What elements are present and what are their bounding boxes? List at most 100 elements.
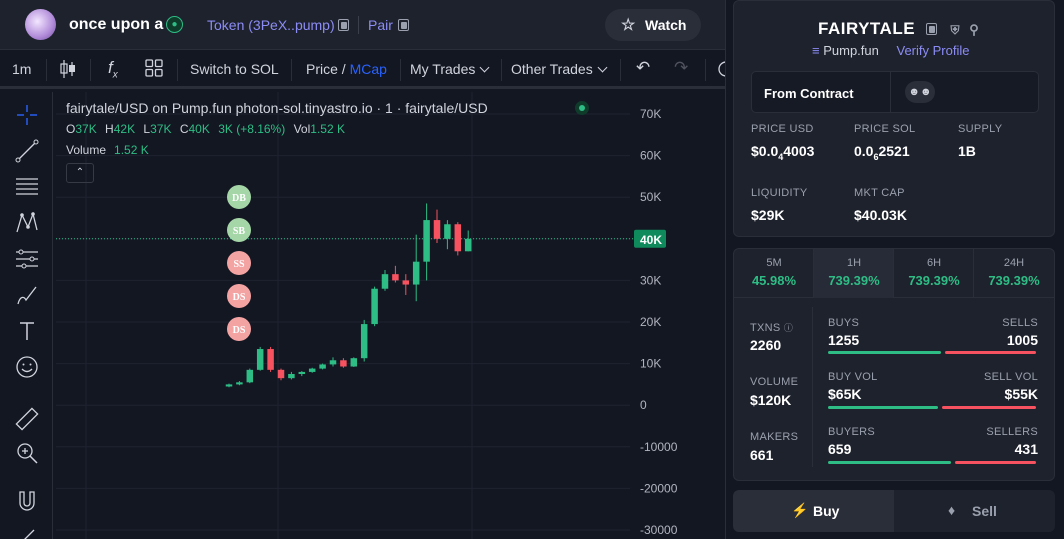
y-tick-label: 30K [640, 273, 661, 287]
platform-row: ≡ Pump.fun Verify Profile [812, 43, 969, 58]
market-status-icon [575, 101, 589, 115]
text-icon[interactable] [14, 318, 40, 344]
candle-body [340, 360, 347, 367]
copy-token-icon[interactable] [338, 19, 349, 31]
interval-button[interactable]: 1m [12, 61, 31, 77]
crosshair-icon[interactable] [14, 102, 40, 128]
sell-vol-value: $55K [1004, 386, 1038, 402]
shield-icon[interactable]: ⛨ [951, 23, 961, 37]
candle-body [433, 220, 441, 239]
trade-marker-label: SS [233, 259, 245, 270]
close-value: 40K [188, 122, 210, 136]
stat-value: $0.044003 [751, 143, 814, 162]
lightning-icon: ⚡ [791, 502, 809, 518]
buy-tab[interactable]: ⚡ Buy [733, 490, 894, 532]
candle-body [236, 382, 243, 385]
sellers-label: SELLERS [986, 426, 1038, 438]
ruler-icon[interactable] [14, 406, 40, 432]
stat-label: MKT CAP [854, 187, 905, 199]
from-contract-row[interactable]: From Contract ☻☻ [751, 71, 1039, 113]
my-trades-dropdown[interactable]: My Trades [410, 61, 490, 77]
sell-tab[interactable]: ♦ Sell [894, 490, 1055, 532]
buy-share-bar [828, 406, 938, 409]
zoom-in-icon[interactable] [14, 440, 40, 466]
snapshot-icon[interactable] [718, 60, 725, 81]
timeframe-24h[interactable]: 24H 739.39% [974, 249, 1054, 298]
magnet-icon[interactable] [14, 488, 40, 514]
candle-body [308, 368, 316, 372]
chevron-down-icon [479, 62, 490, 73]
open-value: 37K [75, 122, 97, 136]
txns-label: TXNS ⓘ [750, 321, 793, 334]
timeframe-5m[interactable]: 5M 45.98% [734, 249, 814, 298]
ohlc-readout: O37K H42K L37K C40K 3K (+8.16%) Vol1.52 … [66, 122, 350, 136]
chart-pane[interactable]: 70K 60K 50K 40K 30K 20K 10K 0 -10000 -20000 -30000… [56, 92, 726, 539]
copy-pair-icon[interactable] [398, 19, 409, 31]
stat-value-rest: 4003 [783, 143, 815, 159]
pair-link[interactable]: Pair [368, 17, 393, 33]
token-avatar[interactable] [25, 9, 56, 40]
vol-label: Vol [293, 122, 311, 136]
stat-value-main: $0.0 [751, 143, 779, 159]
fib-retracement-icon[interactable] [14, 174, 40, 200]
collapse-legend-button[interactable]: ⌃ [66, 163, 94, 183]
candlestick-icon[interactable] [59, 59, 77, 82]
price-option[interactable]: Price [306, 61, 338, 77]
watch-button[interactable]: ☆ Watch [605, 9, 701, 41]
change-value: 3K (+8.16%) [218, 122, 286, 136]
candle-body [329, 360, 337, 365]
trendline-icon[interactable] [14, 138, 40, 164]
emoji-icon[interactable] [14, 354, 40, 380]
timeframe-6h[interactable]: 6H 739.39% [894, 249, 974, 298]
txns-value: 2260 [750, 337, 782, 353]
vol-value: 1.52 K [310, 122, 345, 136]
pencil-icon[interactable] [14, 524, 40, 539]
my-trades-label: My Trades [410, 61, 476, 77]
mcap-option[interactable]: MCap [350, 61, 387, 77]
search-icon[interactable]: ⚲ [969, 22, 979, 37]
indicators-icon[interactable]: fx [108, 58, 118, 80]
buy-vol-value: $65K [828, 386, 862, 402]
drawing-toolbar [0, 92, 53, 539]
switch-to-sol-button[interactable]: Switch to SOL [190, 61, 279, 77]
volume-value: $120K [750, 392, 792, 408]
undo-icon[interactable]: ↶ [636, 58, 650, 78]
timeframe-1h[interactable]: 1H 739.39% [814, 249, 894, 298]
brush-icon[interactable] [14, 282, 40, 308]
trade-marker-label: DS [233, 325, 246, 336]
users-icon[interactable]: ☻☻ [905, 81, 935, 103]
divider [400, 59, 401, 81]
candle-body [454, 224, 462, 252]
y-tick-label: 0 [640, 398, 647, 412]
stat-value: 1B [958, 143, 976, 159]
divider [705, 59, 706, 81]
chart-area: once upon a ● Token (3PeX..pump) Pair ☆ … [0, 0, 726, 539]
timeframe-change: 739.39% [828, 273, 880, 288]
token-name: once upon a [69, 16, 164, 33]
trading-activity-card: 5M 45.98% 1H 739.39% 6H 739.39% 24H 739.39% TXN… [733, 248, 1055, 481]
price-mcap-toggle[interactable]: Price / MCap [306, 61, 387, 77]
timeframe-row: 5M 45.98% 1H 739.39% 6H 739.39% 24H 739.39% [734, 249, 1054, 298]
y-tick-label: 50K [640, 190, 661, 204]
token-address-link[interactable]: Token (3PeX..pump) [207, 17, 335, 33]
copy-symbol-icon[interactable] [926, 23, 938, 35]
candlestick-chart[interactable]: 70K 60K 50K 40K 30K 20K 10K 0 -10000 -20000 -30000… [56, 92, 726, 539]
redo-icon[interactable]: ↷ [674, 58, 688, 78]
stat-value-main: 1B [958, 143, 976, 159]
y-tick-label: -10000 [640, 440, 678, 454]
candle-body [256, 349, 264, 370]
divider [291, 59, 292, 81]
layout-icon[interactable] [145, 59, 163, 80]
timeframe-change: 45.98% [751, 273, 797, 288]
pattern-icon[interactable] [14, 210, 40, 236]
candle-body [246, 369, 254, 383]
candle-body [402, 280, 410, 285]
info-icon[interactable]: ⓘ [784, 323, 793, 333]
buy-vol-label: BUY VOL [828, 371, 878, 383]
verify-profile-link[interactable]: Verify Profile [897, 43, 970, 58]
low-value: 37K [150, 122, 172, 136]
timeframe-label: 6H [926, 257, 942, 269]
other-trades-dropdown[interactable]: Other Trades [511, 61, 608, 77]
prediction-icon[interactable] [14, 246, 40, 272]
candle-body [423, 220, 430, 262]
